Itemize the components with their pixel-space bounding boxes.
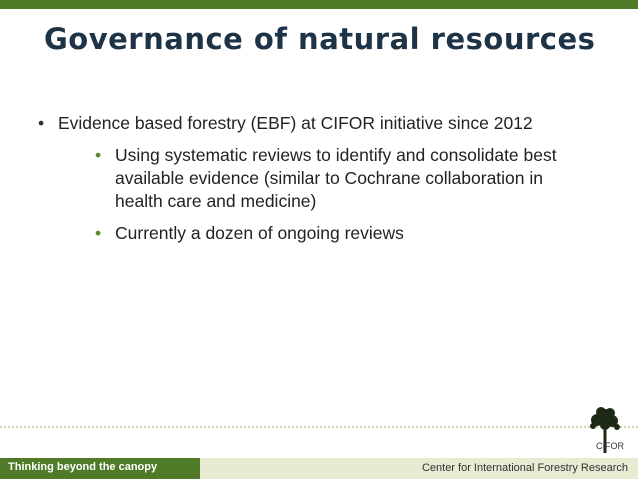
bullet-item-level1: • Evidence based forestry (EBF) at CIFOR… — [38, 112, 533, 135]
bullet-text: Evidence based forestry (EBF) at CIFOR i… — [58, 113, 533, 133]
bullet-marker: • — [95, 223, 102, 243]
bullet-text: Using systematic reviews to identify and… — [115, 145, 557, 211]
footer-organization: Center for International Forestry Resear… — [421, 462, 628, 474]
footer-bar: Thinking beyond the canopy Center for In… — [0, 458, 638, 479]
bullet-marker: • — [38, 113, 45, 133]
bullet-item-level2: • Currently a dozen of ongoing reviews — [95, 222, 404, 245]
cifor-logo-text: CIFOR — [596, 441, 624, 451]
footer-tagline-panel: Thinking beyond the canopy — [0, 458, 200, 479]
footer-organization-panel: Center for International Forestry Resear… — [200, 458, 638, 479]
bullet-text: Currently a dozen of ongoing reviews — [115, 223, 404, 243]
bullet-item-level2: • Using systematic reviews to identify a… — [95, 144, 585, 213]
slide: Governance of natural resources • Eviden… — [0, 0, 638, 479]
footer-divider — [0, 426, 638, 428]
footer-tagline: Thinking beyond the canopy — [8, 461, 158, 473]
top-accent-bar — [0, 0, 638, 9]
bullet-marker: • — [95, 145, 102, 165]
slide-title: Governance of natural resources — [44, 22, 596, 56]
